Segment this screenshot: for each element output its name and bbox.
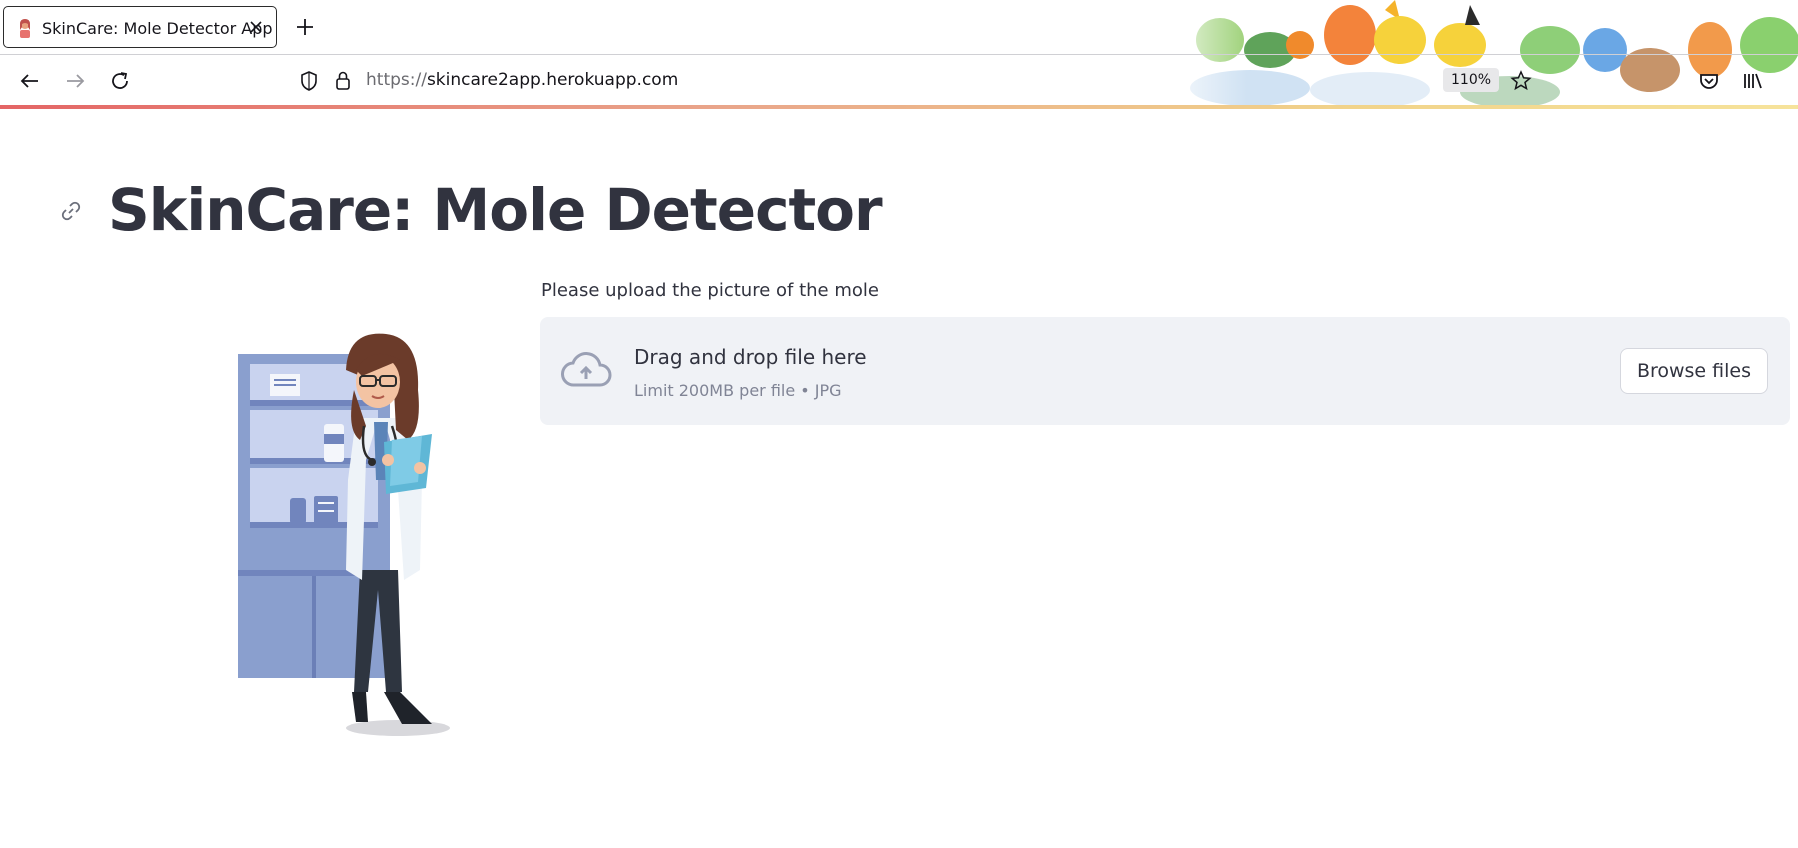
shield-icon[interactable]	[296, 68, 322, 94]
pocket-icon[interactable]	[1696, 68, 1722, 94]
star-icon[interactable]	[1508, 68, 1534, 94]
browser-tab-active[interactable]: SkinCare: Mole Detector App	[3, 6, 277, 48]
address-bar[interactable]: https://skincare2app.herokuapp.com	[366, 70, 678, 90]
cloud-upload-icon	[561, 352, 612, 387]
tab-title: SkinCare: Mole Detector App	[42, 19, 273, 38]
library-icon[interactable]	[1740, 68, 1766, 94]
toolbar-accent-line	[0, 105, 1798, 109]
url-scheme: https://	[366, 70, 427, 90]
zoom-indicator[interactable]: 110%	[1443, 68, 1500, 92]
reload-icon[interactable]	[107, 68, 133, 94]
doctor-illustration	[238, 333, 450, 736]
plus-icon[interactable]	[294, 16, 316, 38]
link-icon[interactable]	[58, 198, 84, 224]
toolbar-divider	[0, 54, 1798, 55]
dropzone-limit-text: Limit 200MB per file • JPG	[634, 381, 842, 400]
browse-files-button[interactable]: Browse files	[1619, 348, 1768, 394]
file-dropzone[interactable]: Drag and drop file here Limit 200MB per …	[540, 317, 1790, 425]
tab-favicon	[20, 19, 30, 38]
lock-icon[interactable]	[330, 68, 356, 94]
page-title: SkinCare: Mole Detector	[108, 176, 883, 244]
dropzone-title: Drag and drop file here	[634, 345, 867, 369]
forward-arrow-icon[interactable]	[62, 68, 88, 94]
url-host: skincare2app.herokuapp.com	[426, 70, 679, 90]
upload-label: Please upload the picture of the mole	[541, 280, 879, 301]
browser-toolbar: https://skincare2app.herokuapp.com 110%	[0, 54, 1798, 108]
back-arrow-icon[interactable]	[17, 68, 43, 94]
close-icon[interactable]	[246, 17, 266, 37]
